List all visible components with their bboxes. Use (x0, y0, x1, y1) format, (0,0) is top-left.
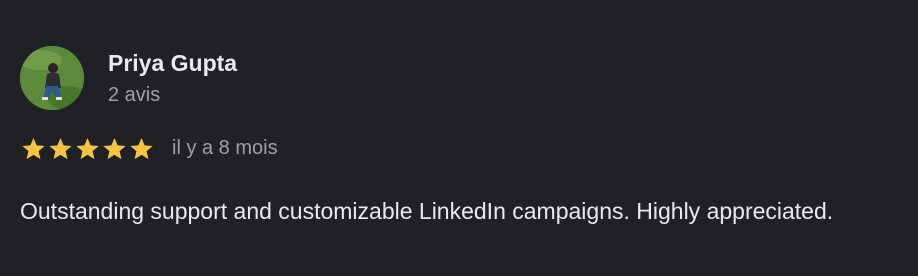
review-card: Priya Gupta 2 avis il y a 8 mois Outstan… (0, 0, 918, 276)
star-rating (20, 136, 155, 162)
avatar[interactable] (20, 46, 84, 110)
star-icon (22, 137, 45, 160)
star-icon (76, 137, 99, 160)
review-text: Outstanding support and customizable Lin… (20, 198, 834, 224)
star-icon (130, 137, 153, 160)
star-icon (49, 137, 72, 160)
review-date: il y a 8 mois (172, 137, 278, 159)
reviewer-name[interactable]: Priya Gupta (108, 49, 237, 77)
avatar-photo (20, 46, 84, 110)
reviewer-review-count: 2 avis (108, 84, 161, 106)
star-icon (103, 137, 126, 160)
